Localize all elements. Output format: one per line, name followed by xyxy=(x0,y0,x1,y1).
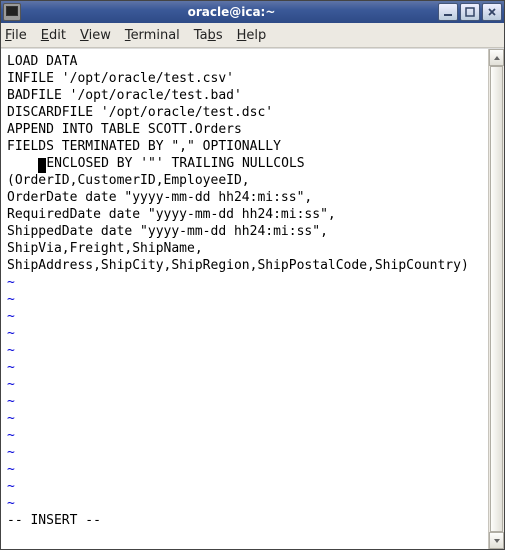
menu-edit[interactable]: Edit xyxy=(41,28,66,43)
window-buttons xyxy=(438,3,502,21)
vim-tilde: ~ xyxy=(7,274,484,291)
minimize-button[interactable] xyxy=(438,3,458,21)
vim-tilde: ~ xyxy=(7,291,484,308)
vertical-scrollbar[interactable] xyxy=(488,49,504,549)
cursor-prefix xyxy=(7,156,38,171)
maximize-button[interactable] xyxy=(460,3,480,21)
vim-tilde: ~ xyxy=(7,461,484,478)
terminal-line: INFILE '/opt/oracle/test.csv' xyxy=(7,70,484,87)
terminal-line: FIELDS TERMINATED BY "," OPTIONALLY xyxy=(7,138,484,155)
terminal-line: ShipAddress,ShipCity,ShipRegion,ShipPost… xyxy=(7,257,484,274)
terminal-icon xyxy=(3,3,21,21)
menubar: File Edit View Terminal Tabs Help xyxy=(1,23,504,48)
terminal-line: LOAD DATA xyxy=(7,53,484,70)
minimize-icon xyxy=(443,7,453,17)
menu-file[interactable]: File xyxy=(5,28,27,43)
vim-tilde: ~ xyxy=(7,478,484,495)
menu-help[interactable]: Help xyxy=(237,28,267,43)
terminal-line: ShipVia,Freight,ShipName, xyxy=(7,240,484,257)
vim-tilde: ~ xyxy=(7,359,484,376)
scroll-up-button[interactable] xyxy=(489,49,504,66)
maximize-icon xyxy=(465,7,475,17)
scrollbar-track[interactable] xyxy=(489,66,504,532)
vim-tilde: ~ xyxy=(7,342,484,359)
close-icon xyxy=(487,7,497,17)
terminal-line: BADFILE '/opt/oracle/test.bad' xyxy=(7,87,484,104)
scroll-down-button[interactable] xyxy=(489,532,504,549)
vim-tilde: ~ xyxy=(7,427,484,444)
terminal-line: (OrderID,CustomerID,EmployeeID, xyxy=(7,172,484,189)
terminal-line: OrderDate date "yyyy-mm-dd hh24:mi:ss", xyxy=(7,189,484,206)
terminal[interactable]: LOAD DATAINFILE '/opt/oracle/test.csv'BA… xyxy=(1,49,488,549)
vim-status-line: -- INSERT -- xyxy=(7,512,484,529)
vim-tilde: ~ xyxy=(7,308,484,325)
terminal-line: RequiredDate date "yyyy-mm-dd hh24:mi:ss… xyxy=(7,206,484,223)
cursor-suffix: ENCLOSED BY '"' TRAILING NULLCOLS xyxy=(46,156,304,171)
menu-terminal[interactable]: Terminal xyxy=(125,28,180,43)
vim-tilde: ~ xyxy=(7,410,484,427)
chevron-down-icon xyxy=(493,537,501,545)
vim-tilde: ~ xyxy=(7,393,484,410)
titlebar[interactable]: oracle@ica:~ xyxy=(1,1,504,23)
terminal-wrap: LOAD DATAINFILE '/opt/oracle/test.csv'BA… xyxy=(1,48,504,549)
menu-view[interactable]: View xyxy=(80,28,111,43)
window-title: oracle@ica:~ xyxy=(25,5,438,19)
vim-tilde: ~ xyxy=(7,495,484,512)
terminal-line: ShippedDate date "yyyy-mm-dd hh24:mi:ss"… xyxy=(7,223,484,240)
scrollbar-thumb[interactable] xyxy=(490,66,503,532)
chevron-up-icon xyxy=(493,54,501,62)
terminal-line: DISCARDFILE '/opt/oracle/test.dsc' xyxy=(7,104,484,121)
terminal-line: APPEND INTO TABLE SCOTT.Orders xyxy=(7,121,484,138)
vim-tilde: ~ xyxy=(7,376,484,393)
vim-tilde: ~ xyxy=(7,444,484,461)
close-button[interactable] xyxy=(482,3,502,21)
vim-tilde: ~ xyxy=(7,325,484,342)
terminal-line-cursor: ENCLOSED BY '"' TRAILING NULLCOLS xyxy=(7,155,484,172)
application-window: oracle@ica:~ File Edit View xyxy=(0,0,505,550)
menu-tabs[interactable]: Tabs xyxy=(194,28,223,43)
